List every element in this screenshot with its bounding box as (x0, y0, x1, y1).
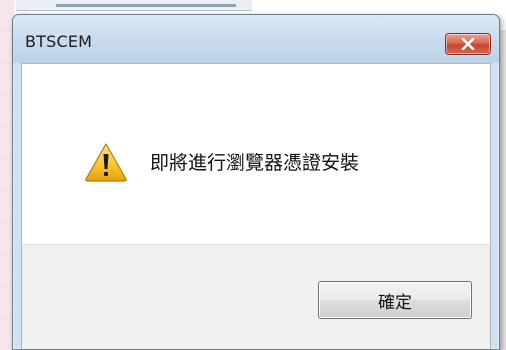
message-dialog: BTSCEM 即將進行瀏覽器憑證安裝 確定 (12, 14, 500, 350)
dialog-title: BTSCEM (25, 32, 93, 51)
close-button[interactable] (445, 33, 491, 55)
ok-button[interactable]: 確定 (318, 281, 472, 319)
dialog-button-bar: 確定 (22, 244, 490, 349)
warning-icon (84, 142, 128, 182)
close-icon (461, 38, 475, 50)
screen: BTSCEM 即將進行瀏覽器憑證安裝 確定 (0, 0, 506, 350)
dialog-client-area: 即將進行瀏覽器憑證安裝 確定 (21, 63, 491, 349)
dialog-titlebar[interactable]: BTSCEM (13, 15, 499, 63)
background-divider (56, 4, 236, 7)
dialog-message: 即將進行瀏覽器憑證安裝 (150, 152, 360, 174)
background-toolbar-fragment (16, 0, 252, 11)
dialog-content: 即將進行瀏覽器憑證安裝 (22, 64, 490, 244)
